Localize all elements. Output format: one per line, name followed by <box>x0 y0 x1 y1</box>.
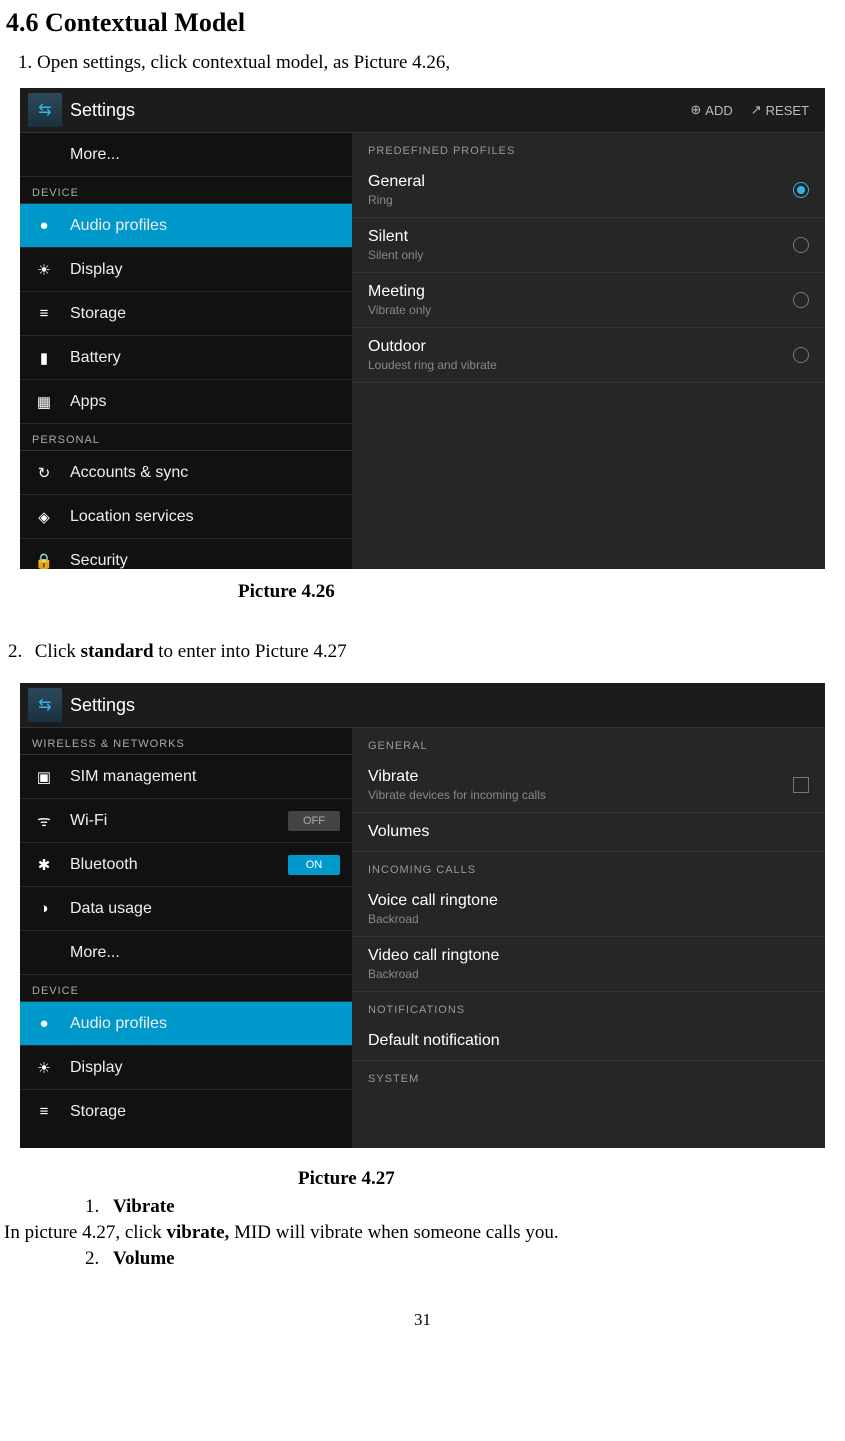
storage-icon: ≡ <box>32 1103 56 1120</box>
actionbar-title: Settings <box>70 100 684 121</box>
sidebar-item-security[interactable]: 🔒Security <box>20 539 352 582</box>
category-system: SYSTEM <box>352 1061 825 1091</box>
category-device: DEVICE <box>20 177 352 204</box>
section-heading: 4.6 Contextual Model <box>6 8 845 38</box>
sidebar-item-apps[interactable]: ▦Apps <box>20 380 352 424</box>
sidebar-item-more[interactable]: More... <box>20 931 352 975</box>
profile-silent[interactable]: SilentSilent only <box>352 218 825 273</box>
figure-4-26: ⇆ Settings ⊕ ADD ↗ RESET More... DEVICE … <box>20 88 825 569</box>
item-vibrate[interactable]: VibrateVibrate devices for incoming call… <box>352 758 825 813</box>
lock-icon: 🔒 <box>32 552 56 570</box>
radio[interactable] <box>793 292 809 308</box>
category-personal: PERSONAL <box>20 424 352 451</box>
sidebar-item-display[interactable]: ☀Display <box>20 1046 352 1090</box>
sub-1-body: In picture 4.27, click vibrate, MID will… <box>4 1222 845 1244</box>
sidebar-item-wifi[interactable]: ᯤWi-FiOFF <box>20 799 352 843</box>
sidebar-item-bluetooth[interactable]: ✱BluetoothON <box>20 843 352 887</box>
sidebar-item-sim[interactable]: ▣SIM management <box>20 755 352 799</box>
sidebar-item-storage[interactable]: ≡Storage <box>20 1090 352 1133</box>
sidebar-item-battery[interactable]: ▮Battery <box>20 336 352 380</box>
radio[interactable] <box>793 347 809 363</box>
left-pane: WIRELESS & NETWORKS ▣SIM management ᯤWi-… <box>20 728 352 1148</box>
figure-4-27: ⇆ Settings WIRELESS & NETWORKS ▣SIM mana… <box>20 683 825 1148</box>
radio[interactable] <box>793 237 809 253</box>
step-1: 1. Open settings, click contextual model… <box>18 52 845 74</box>
left-pane: More... DEVICE ●Audio profiles ☀Display … <box>20 133 352 569</box>
reset-button[interactable]: ↗ RESET <box>745 102 815 118</box>
right-pane: PREDEFINED PROFILES GeneralRing SilentSi… <box>352 133 825 569</box>
settings-icon: ⇆ <box>28 688 62 722</box>
display-icon: ☀ <box>32 261 56 279</box>
item-voice-ringtone[interactable]: Voice call ringtoneBackroad <box>352 882 825 937</box>
actionbar-title: Settings <box>70 695 825 716</box>
right-category: PREDEFINED PROFILES <box>352 133 825 163</box>
caption-4-27: Picture 4.27 <box>298 1168 845 1190</box>
caption-4-26: Picture 4.26 <box>238 581 845 603</box>
storage-icon: ≡ <box>32 305 56 322</box>
sidebar-item-audio-profiles[interactable]: ●Audio profiles <box>20 204 352 248</box>
sidebar-item-more[interactable]: More... <box>20 133 352 177</box>
step-2: 2. Click standard to enter into Picture … <box>8 641 845 663</box>
item-video-ringtone[interactable]: Video call ringtoneBackroad <box>352 937 825 992</box>
settings-icon: ⇆ <box>28 93 62 127</box>
profile-meeting[interactable]: MeetingVibrate only <box>352 273 825 328</box>
location-icon: ◈ <box>32 508 56 526</box>
category-incoming: INCOMING CALLS <box>352 852 825 882</box>
right-pane: GENERAL VibrateVibrate devices for incom… <box>352 728 825 1148</box>
category-notifications: NOTIFICATIONS <box>352 992 825 1022</box>
wifi-icon: ᯤ <box>32 811 56 831</box>
profile-general[interactable]: GeneralRing <box>352 163 825 218</box>
data-icon: ◑ <box>32 900 56 917</box>
category-general: GENERAL <box>352 728 825 758</box>
sub-2: 2.Volume <box>85 1248 845 1270</box>
sidebar-item-audio-profiles[interactable]: ●Audio profiles <box>20 1002 352 1046</box>
sidebar-item-storage[interactable]: ≡Storage <box>20 292 352 336</box>
sync-icon: ↻ <box>32 464 56 482</box>
sim-icon: ▣ <box>32 768 56 786</box>
display-icon: ☀ <box>32 1059 56 1077</box>
radio-selected[interactable] <box>793 182 809 198</box>
profile-outdoor[interactable]: OutdoorLoudest ring and vibrate <box>352 328 825 383</box>
item-default-notification[interactable]: Default notification <box>352 1022 825 1061</box>
sidebar-item-data[interactable]: ◑Data usage <box>20 887 352 931</box>
audio-icon: ● <box>32 1015 56 1032</box>
sidebar-item-display[interactable]: ☀Display <box>20 248 352 292</box>
item-volumes[interactable]: Volumes <box>352 813 825 852</box>
sidebar-item-location[interactable]: ◈Location services <box>20 495 352 539</box>
page-number: 31 <box>0 1310 845 1330</box>
category-device: DEVICE <box>20 975 352 1002</box>
bluetooth-toggle[interactable]: ON <box>288 855 340 875</box>
apps-icon: ▦ <box>32 393 56 411</box>
sidebar-item-accounts[interactable]: ↻Accounts & sync <box>20 451 352 495</box>
add-button[interactable]: ⊕ ADD <box>684 102 738 118</box>
wifi-toggle[interactable]: OFF <box>288 811 340 831</box>
actionbar: ⇆ Settings <box>20 683 825 728</box>
battery-icon: ▮ <box>32 349 56 367</box>
sub-1: 1.Vibrate <box>85 1196 845 1218</box>
audio-icon: ● <box>32 217 56 234</box>
category-wireless: WIRELESS & NETWORKS <box>20 728 352 755</box>
bluetooth-icon: ✱ <box>32 856 56 874</box>
actionbar: ⇆ Settings ⊕ ADD ↗ RESET <box>20 88 825 133</box>
checkbox[interactable] <box>793 777 809 793</box>
